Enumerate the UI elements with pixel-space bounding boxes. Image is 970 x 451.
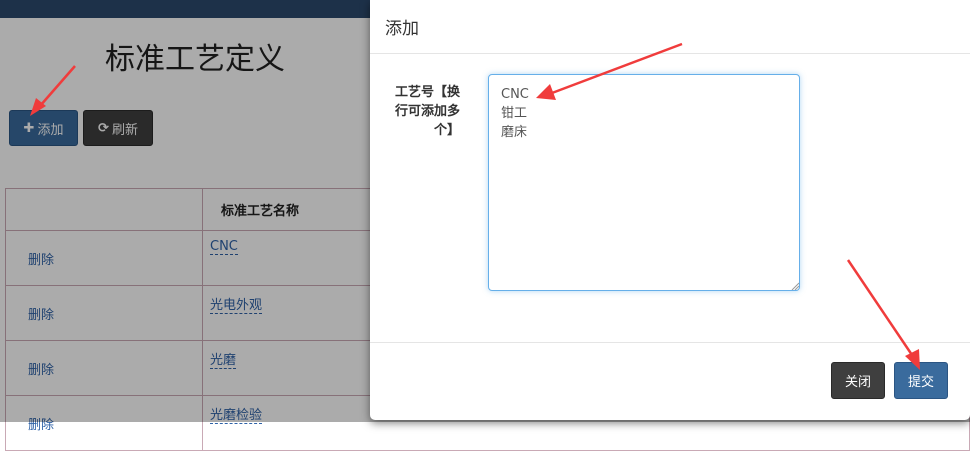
close-button[interactable]: 关闭 [831,362,885,399]
process-number-textarea[interactable]: CNC 钳工 磨床 [488,74,800,291]
modal-title: 添加 [385,19,419,39]
add-modal: 添加 工艺号【换行可添加多个】 CNC 钳工 磨床 关闭 提交 [370,0,970,420]
modal-header: 添加 [370,0,970,54]
submit-button[interactable]: 提交 [894,362,948,399]
process-number-label: 工艺号【换行可添加多个】 [394,85,460,138]
resize-handle-icon[interactable] [791,282,799,290]
